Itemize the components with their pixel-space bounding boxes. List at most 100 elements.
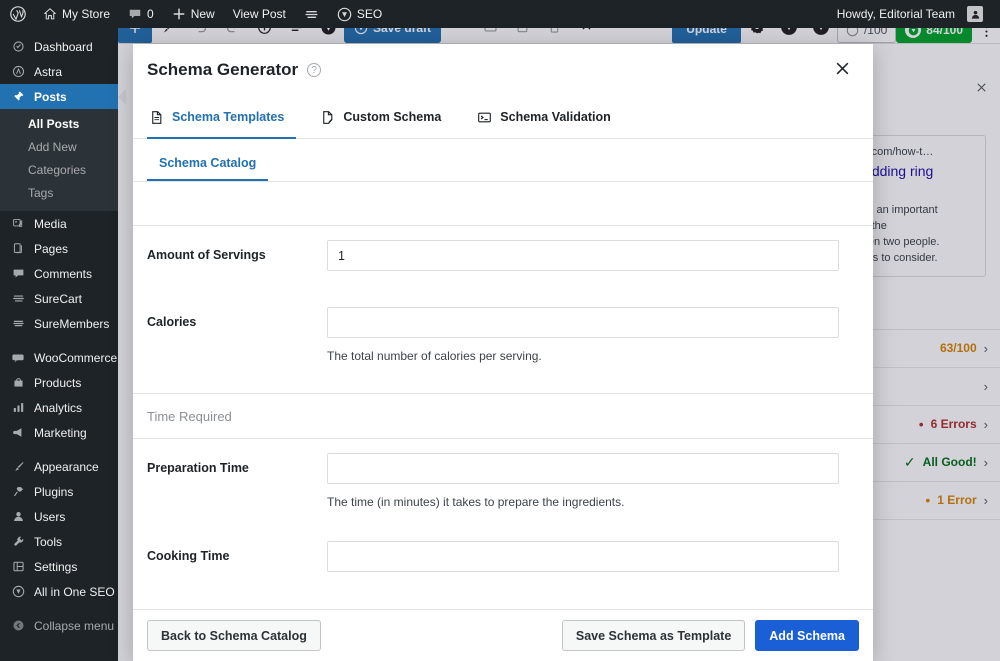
- collapse-menu-label: Collapse menu: [34, 618, 115, 633]
- field-row-amount-of-servings: Amount of Servings: [133, 226, 873, 271]
- suremembers-icon: [10, 317, 26, 330]
- field-row-calories: Calories The total number of calories pe…: [133, 293, 873, 363]
- close-icon[interactable]: [834, 60, 851, 81]
- field-label: Preparation Time: [147, 461, 249, 475]
- help-circle-icon[interactable]: ?: [307, 63, 322, 77]
- document-icon: [149, 110, 164, 125]
- field-control: [327, 541, 859, 572]
- section-band-top: [133, 182, 873, 226]
- collapse-menu-button[interactable]: Collapse menu: [0, 613, 118, 638]
- dashboard-icon: [10, 40, 26, 53]
- sidebar-item-users[interactable]: Users: [0, 504, 118, 529]
- admin-bar-item-new[interactable]: New: [163, 0, 224, 28]
- sidebar-divider: [0, 604, 118, 613]
- admin-bar-my-account[interactable]: Howdy, Editorial Team: [828, 0, 992, 28]
- sidebar-item-all-in-one-seo[interactable]: All in One SEO: [0, 579, 118, 604]
- sidebar-item-media[interactable]: Media: [0, 211, 118, 236]
- tab-custom-schema[interactable]: Custom Schema: [318, 97, 453, 139]
- sidebar-item-marketing[interactable]: Marketing: [0, 420, 118, 445]
- admin-bar-item-seo[interactable]: SEO: [328, 0, 391, 28]
- row-spacing: [133, 509, 873, 527]
- amount-of-servings-input[interactable]: [327, 240, 839, 271]
- admin-bar-item-view-post[interactable]: View Post: [224, 0, 295, 28]
- user-icon: [10, 510, 26, 523]
- wordpress-logo-menu[interactable]: [0, 0, 34, 28]
- sidebar-label: Tools: [34, 534, 63, 549]
- field-label: Amount of Servings: [147, 248, 266, 262]
- admin-sidebar: Dashboard Astra Posts All Posts Add New …: [0, 28, 126, 661]
- sidebar-label: Comments: [34, 266, 93, 281]
- field-row-preparation-time: Preparation Time The time (in minutes) i…: [133, 439, 873, 509]
- sidebar-label: Posts: [34, 89, 67, 104]
- sidebar-item-appearance[interactable]: Appearance: [0, 454, 118, 479]
- sidebar-item-add-new[interactable]: Add New: [0, 136, 118, 159]
- sidebar-item-woocommerce[interactable]: WooCommerce: [0, 345, 118, 370]
- analytics-icon: [10, 401, 26, 414]
- astra-icon: [10, 65, 26, 78]
- sidebar-item-posts[interactable]: Posts: [0, 84, 126, 109]
- sidebar-label: All in One SEO: [34, 584, 115, 599]
- sidebar-label: Products: [34, 375, 82, 390]
- preparation-time-input[interactable]: [327, 453, 839, 484]
- admin-bar-my-store-label: My Store: [62, 7, 111, 21]
- modal-tab-bar: Schema Templates Custom Schema Schema Va…: [133, 96, 873, 139]
- save-schema-as-template-button[interactable]: Save Schema as Template: [561, 620, 746, 651]
- sidebar-item-surecart[interactable]: SureCart: [0, 286, 118, 311]
- comment-icon: [128, 7, 142, 21]
- tab-schema-validation[interactable]: Schema Validation: [475, 97, 622, 139]
- subtab-schema-catalog[interactable]: Schema Catalog: [147, 156, 269, 181]
- sidebar-item-comments[interactable]: Comments: [0, 261, 118, 286]
- admin-bar-item-comments[interactable]: 0: [119, 0, 163, 28]
- modal-footer: Back to Schema Catalog Save Schema as Te…: [133, 609, 873, 661]
- add-schema-button[interactable]: Add Schema: [755, 620, 859, 651]
- tab-label: Schema Templates: [172, 110, 285, 124]
- back-to-schema-catalog-button[interactable]: Back to Schema Catalog: [147, 620, 321, 651]
- sidebar-item-tools[interactable]: Tools: [0, 529, 118, 554]
- sidebar-item-suremembers[interactable]: SureMembers: [0, 311, 118, 336]
- plus-icon: [172, 7, 186, 21]
- sidebar-item-categories[interactable]: Categories: [0, 159, 118, 182]
- sidebar-item-settings[interactable]: Settings: [0, 554, 118, 579]
- field-control: The time (in minutes) it takes to prepar…: [327, 453, 859, 509]
- admin-bar-comment-count: 0: [147, 7, 154, 21]
- terminal-icon: [477, 110, 492, 125]
- sidebar-label: Media: [34, 216, 67, 231]
- aioseo-icon: [10, 585, 26, 598]
- tab-label: Schema Validation: [500, 110, 611, 124]
- sidebar-item-dashboard[interactable]: Dashboard: [0, 34, 118, 59]
- admin-bar-item-my-store[interactable]: My Store: [34, 0, 119, 28]
- products-icon: [10, 376, 26, 389]
- tab-label: Custom Schema: [343, 110, 442, 124]
- section-heading-label: Time Required: [147, 408, 232, 424]
- sidebar-label: Appearance: [34, 459, 99, 474]
- field-control: The total number of calories per serving…: [327, 307, 859, 363]
- wrench-icon: [10, 535, 26, 548]
- cooking-time-input[interactable]: [327, 541, 839, 572]
- sidebar-label: Settings: [34, 559, 78, 574]
- sidebar-item-products[interactable]: Products: [0, 370, 118, 395]
- tab-schema-templates[interactable]: Schema Templates: [147, 97, 297, 139]
- admin-bar-item-surecart[interactable]: [295, 0, 328, 28]
- sidebar-item-astra[interactable]: Astra: [0, 59, 118, 84]
- sidebar-item-plugins[interactable]: Plugins: [0, 479, 118, 504]
- row-spacing: [133, 363, 873, 393]
- settings-icon: [10, 560, 26, 573]
- section-heading-time-required: Time Required: [133, 393, 873, 439]
- chevron-left-circle-icon: [10, 619, 26, 632]
- field-help-text: The total number of calories per serving…: [327, 349, 542, 363]
- brush-icon: [10, 460, 26, 473]
- sidebar-item-pages[interactable]: Pages: [0, 236, 118, 261]
- sidebar-item-all-posts[interactable]: All Posts: [0, 113, 118, 136]
- admin-bar-view-post-label: View Post: [232, 7, 286, 21]
- admin-bar-seo-label: SEO: [356, 7, 383, 21]
- sidebar-item-tags[interactable]: Tags: [0, 182, 118, 205]
- sub-tab-bar: Schema Catalog: [133, 139, 873, 182]
- sidebar-label: Analytics: [34, 400, 83, 415]
- calories-input[interactable]: [327, 307, 839, 338]
- sidebar-divider: [0, 445, 118, 454]
- page-title: Schema Generator: [147, 60, 299, 79]
- sidebar-label: Users: [34, 509, 66, 524]
- admin-bar-new-label: New: [190, 7, 215, 21]
- home-icon: [43, 7, 57, 21]
- sidebar-item-analytics[interactable]: Analytics: [0, 395, 118, 420]
